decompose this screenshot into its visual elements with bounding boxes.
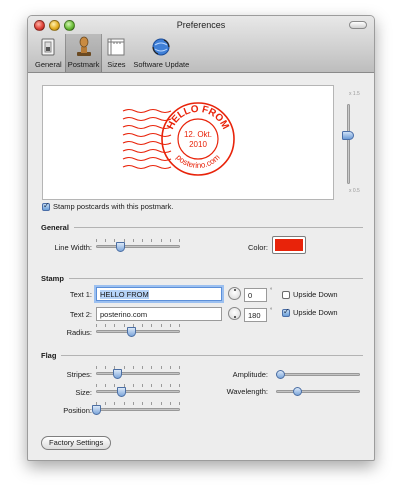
- stamp-postcards-checkbox[interactable]: Stamp postcards with this postmark.: [42, 201, 174, 211]
- amplitude-label: Amplitude:: [232, 370, 268, 379]
- position-slider-track[interactable]: [96, 408, 180, 411]
- size-slider[interactable]: [96, 384, 180, 398]
- text2-angle-dial[interactable]: [228, 307, 241, 320]
- color-well[interactable]: [272, 236, 306, 254]
- flag-divider: [61, 355, 363, 356]
- size-label: Size:: [75, 388, 92, 397]
- wavelength-label: Wavelength:: [226, 387, 268, 396]
- tab-postmark-label: Postmark: [67, 60, 100, 69]
- line-width-slider[interactable]: [96, 239, 180, 253]
- position-slider-knob[interactable]: [92, 405, 101, 415]
- tab-sizes-label: Sizes: [107, 60, 126, 69]
- color-label: Color:: [247, 243, 268, 252]
- radius-label: Radius:: [66, 328, 92, 337]
- position-slider[interactable]: [92, 402, 180, 416]
- line-width-label: Line Width:: [54, 243, 92, 252]
- factory-settings-button[interactable]: Factory Settings: [41, 436, 112, 450]
- scale-min-label: x 0.5: [349, 188, 360, 194]
- scale-slider-knob[interactable]: [342, 131, 354, 140]
- text1-upside-down-checkbox[interactable]: Upside Down: [282, 290, 338, 299]
- stamp-postcards-checkbox-box[interactable]: [42, 201, 50, 211]
- size-slider-track[interactable]: [96, 390, 180, 393]
- toolbar-toggle-button[interactable]: [349, 21, 367, 29]
- text1-upside-down-box[interactable]: [282, 290, 290, 299]
- stamp-year-text: 2010: [189, 140, 207, 149]
- text1-label: Text 1:: [69, 290, 92, 299]
- stamp-divider: [68, 278, 363, 279]
- text1-angle-field[interactable]: 0: [244, 288, 267, 302]
- wavelength-slider[interactable]: [276, 387, 360, 398]
- general-section-header: General: [41, 223, 363, 232]
- stamp-heading: Stamp: [41, 274, 64, 283]
- tab-software-update[interactable]: Software Update: [130, 34, 192, 72]
- switch-icon: [41, 38, 55, 56]
- text1-field[interactable]: HELLO FROM: [96, 287, 222, 301]
- tab-postmark[interactable]: Postmark: [64, 34, 103, 72]
- text2-value: posterino.com: [100, 310, 148, 319]
- stamp-section-header: Stamp: [41, 274, 363, 283]
- wavelength-slider-knob[interactable]: [293, 387, 302, 396]
- line-width-slider-knob[interactable]: [115, 242, 125, 252]
- flag-heading: Flag: [41, 351, 57, 360]
- tab-software-update-label: Software Update: [133, 60, 190, 69]
- radius-slider[interactable]: [96, 324, 180, 338]
- text2-upside-down-checkbox[interactable]: Upside Down: [282, 307, 338, 317]
- tab-general[interactable]: General: [32, 34, 65, 72]
- radius-slider-track[interactable]: [96, 330, 180, 333]
- toolbar-tabs: General Postmark Sizes Software Update: [32, 34, 192, 72]
- text1-degree-label: °: [270, 288, 273, 294]
- scale-max-label: x 1.5: [349, 91, 360, 97]
- text2-upside-down-label: Upside Down: [293, 308, 338, 317]
- preferences-window: Preferences General Postmark Sizes Softw…: [27, 15, 375, 461]
- line-width-slider-track[interactable]: [96, 245, 180, 248]
- general-divider: [73, 227, 363, 228]
- radius-slider-knob[interactable]: [127, 327, 137, 337]
- text1-value: HELLO FROM: [100, 290, 149, 299]
- general-heading: General: [41, 223, 69, 232]
- color-swatch: [275, 239, 303, 251]
- stamp-icon: [76, 36, 91, 56]
- text2-upside-down-box[interactable]: [282, 307, 290, 317]
- postmark-stamp-image: HELLO FROM posterino.com 12. Okt. 2010: [122, 102, 235, 176]
- size-slider-knob[interactable]: [117, 387, 127, 397]
- scale-slider[interactable]: x 1.5 x 0.5: [342, 91, 362, 196]
- position-label: Position:: [63, 406, 92, 415]
- text2-label: Text 2:: [69, 310, 92, 319]
- text2-angle-field[interactable]: 180: [244, 308, 267, 322]
- stripes-slider-track[interactable]: [96, 372, 180, 375]
- ruler-icon: [107, 38, 125, 56]
- text2-field[interactable]: posterino.com: [96, 307, 222, 321]
- scale-slider-track[interactable]: [347, 104, 350, 184]
- text1-upside-down-label: Upside Down: [293, 290, 338, 299]
- stamp-postcards-checkbox-label: Stamp postcards with this postmark.: [53, 202, 174, 211]
- stamp-date-text: 12. Okt.: [184, 130, 212, 139]
- amplitude-slider-track[interactable]: [276, 373, 360, 376]
- wavelength-slider-track[interactable]: [276, 390, 360, 393]
- flag-section-header: Flag: [41, 351, 363, 360]
- stripes-slider-knob[interactable]: [113, 369, 122, 379]
- title-bar: Preferences General Postmark Sizes Softw…: [28, 16, 374, 73]
- amplitude-slider[interactable]: [276, 370, 360, 381]
- stripes-label: Stripes:: [66, 370, 92, 379]
- postmark-preview: HELLO FROM posterino.com 12. Okt. 2010: [42, 85, 334, 200]
- stripes-slider[interactable]: [96, 366, 180, 380]
- tab-sizes[interactable]: Sizes: [102, 34, 130, 72]
- tab-general-label: General: [35, 60, 62, 69]
- text1-angle-dial[interactable]: [228, 287, 241, 300]
- window-title: Preferences: [176, 20, 226, 30]
- globe-update-icon: [152, 38, 170, 56]
- amplitude-slider-knob[interactable]: [276, 370, 286, 379]
- text2-degree-label: °: [270, 308, 273, 314]
